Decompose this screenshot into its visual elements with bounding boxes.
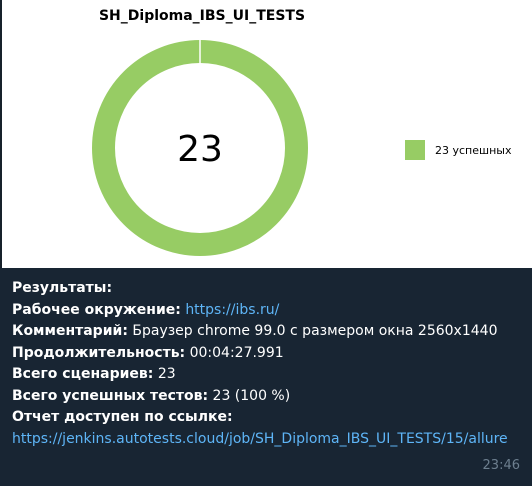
center-total-label: 23	[177, 129, 223, 170]
passed-value: 23 (100 %)	[212, 387, 291, 404]
message-bubble: Результаты: Рабочее окружение: https://i…	[0, 268, 532, 486]
legend-swatch	[405, 140, 425, 160]
comment-label: Комментарий:	[12, 323, 128, 339]
legend-label: 23 успешных	[435, 143, 512, 157]
chat-window: SH_Diploma_IBS_UI_TESTS 23 23 успешных Р…	[0, 0, 532, 486]
results-heading: Результаты:	[12, 280, 113, 296]
duration-value: 00:04:27.991	[189, 344, 284, 361]
duration-label: Продолжительность:	[12, 344, 186, 361]
report-link[interactable]: https://jenkins.autotests.cloud/job/SH_D…	[12, 429, 526, 451]
chart-image[interactable]: SH_Diploma_IBS_UI_TESTS 23 23 успешных	[2, 0, 532, 268]
chart-legend: 23 успешных	[405, 140, 511, 160]
environment-label: Рабочее окружение:	[12, 301, 181, 318]
scenarios-label: Всего сценариев:	[12, 366, 154, 382]
passed-label: Всего успешных тестов:	[12, 387, 209, 404]
environment-link[interactable]: https://ibs.ru/	[185, 302, 279, 318]
message-text: Результаты: Рабочее окружение: https://i…	[12, 278, 526, 450]
scenarios-value: 23	[157, 366, 176, 382]
comment-value: Браузер chrome 99.0 с размером окна 2560…	[132, 323, 498, 339]
message-time: 23:46	[482, 458, 520, 473]
donut-chart: 23	[92, 39, 308, 256]
report-label: Отчет доступен по ссылке:	[12, 409, 233, 425]
